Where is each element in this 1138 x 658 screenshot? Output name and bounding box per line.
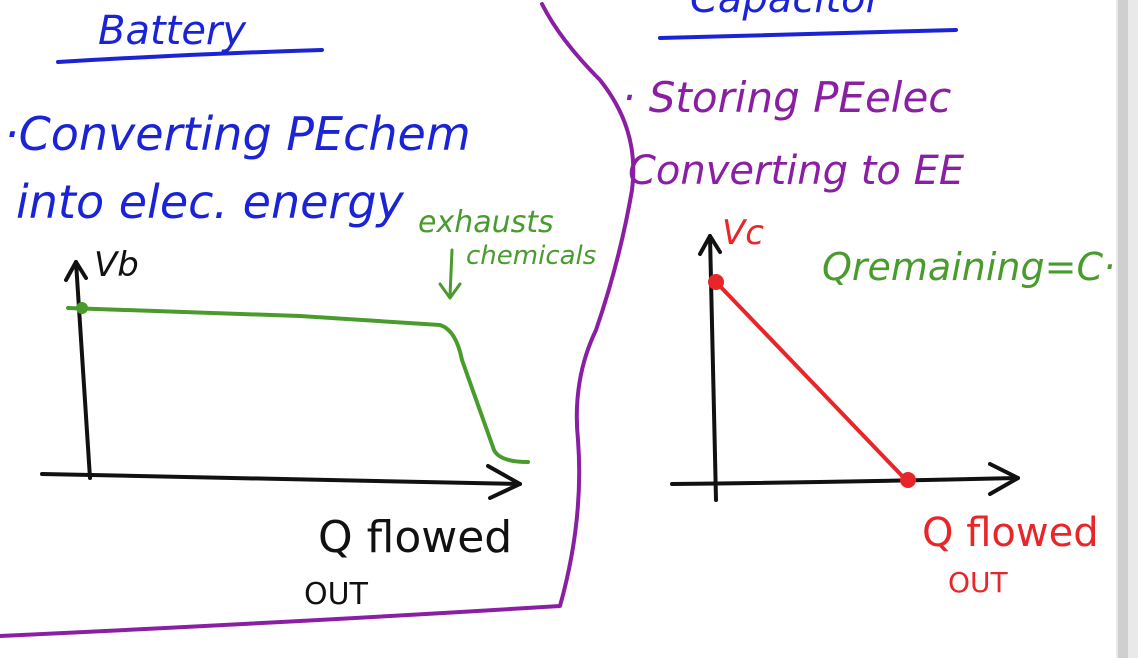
battery-y-axis	[74, 260, 92, 480]
capacitor-x-label-sub: OUT	[948, 566, 1009, 599]
battery-line-2: into elec. energy	[16, 175, 405, 229]
whiteboard-drawing: Battery ·Converting PEchem into elec. en…	[0, 0, 1116, 638]
battery-x-axis	[40, 472, 522, 486]
battery-x-label: Q flowed	[318, 512, 512, 563]
vertical-scrollbar-thumb[interactable]	[1118, 0, 1128, 658]
capacitor-formula: Qremaining=C·V	[822, 245, 1116, 289]
battery-annotation-chemicals: chemicals	[466, 241, 596, 271]
capacitor-voltage-line	[714, 280, 908, 482]
battery-start-point	[76, 302, 88, 314]
battery-y-label: Vb	[94, 245, 139, 285]
capacitor-line-1: · Storing PEelec	[622, 73, 951, 122]
battery-x-label-sub: OUT	[304, 577, 369, 612]
battery-annotation-arrow	[438, 248, 462, 300]
capacitor-x-label: Q flowed	[922, 510, 1099, 556]
capacitor-line-2: Converting to EE	[628, 148, 965, 194]
capacitor-start-point	[708, 274, 724, 290]
capacitor-end-point	[900, 472, 916, 488]
battery-annotation-exhausts: exhausts	[418, 205, 554, 240]
capacitor-y-label: Vc	[722, 213, 764, 253]
battery-line-1: ·Converting PEchem	[4, 107, 471, 161]
capacitor-x-axis	[670, 476, 1020, 486]
capacitor-heading-underline	[658, 28, 958, 40]
battery-heading: Battery	[98, 8, 247, 54]
capacitor-heading: Capacitor	[690, 0, 885, 22]
battery-voltage-curve	[66, 306, 530, 464]
whiteboard-canvas: Battery ·Converting PEchem into elec. en…	[0, 0, 1138, 658]
panel-divider	[0, 2, 636, 638]
